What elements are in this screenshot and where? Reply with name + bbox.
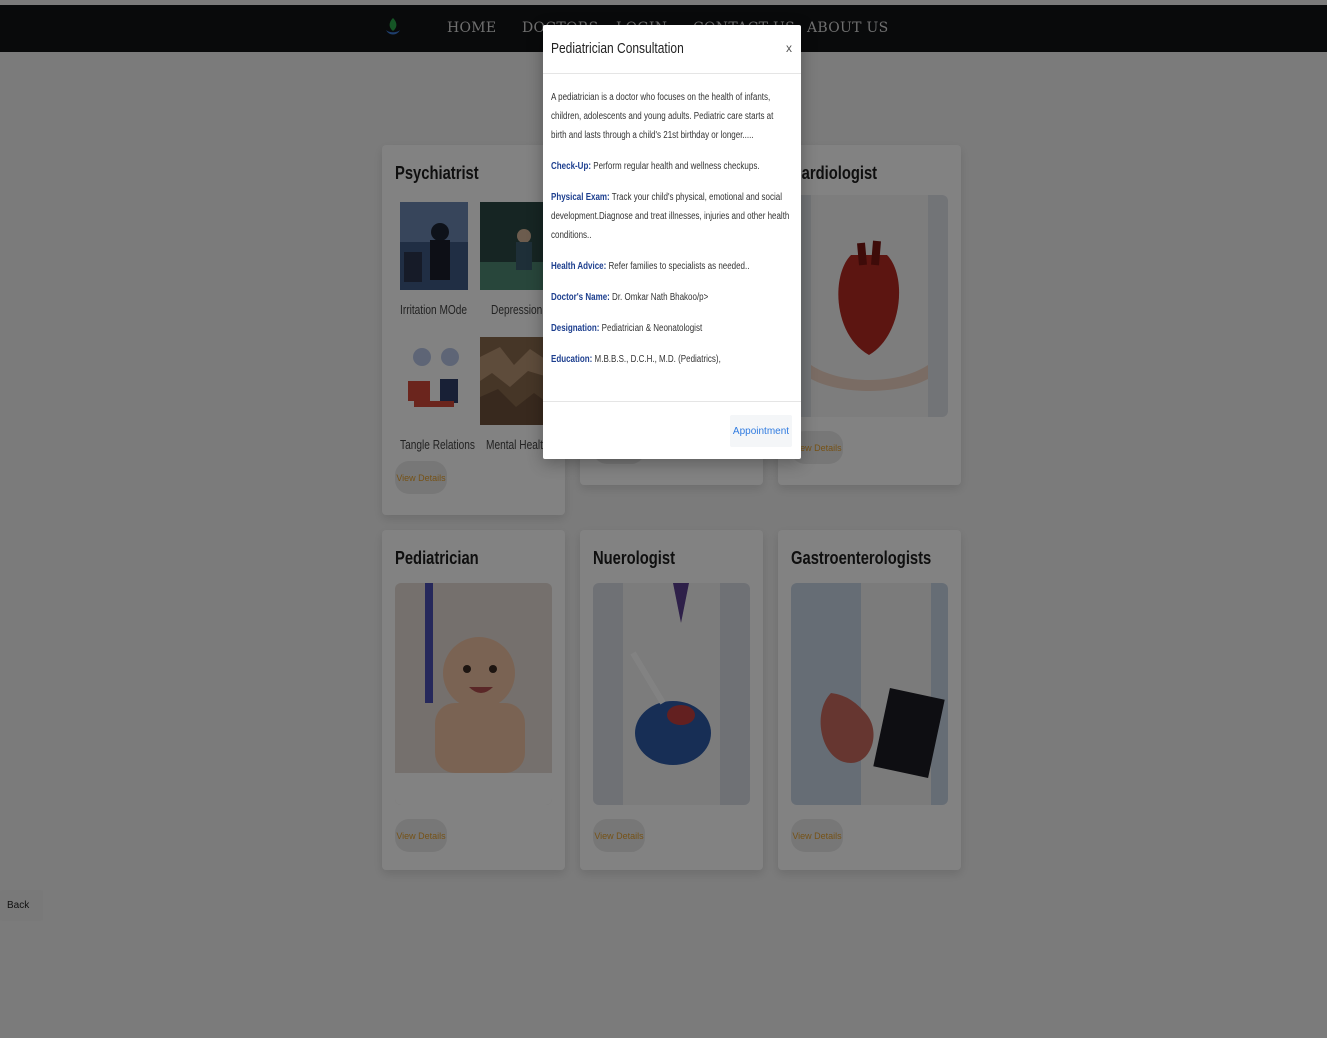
doctor-name-text: Dr. Omkar Nath Bhakoo/p> [609, 292, 709, 303]
education-label: Education: [551, 354, 593, 365]
modal-education: Education: M.B.B.S., D.C.H., M.D. (Pedia… [551, 350, 791, 369]
modal-footer: Appointment [543, 401, 801, 459]
modal-intro: A pediatrician is a doctor who focuses o… [551, 92, 774, 141]
modal-health-advice: Health Advice: Refer families to special… [551, 257, 791, 276]
close-icon[interactable]: x [786, 41, 792, 55]
modal-body: A pediatrician is a doctor who focuses o… [551, 88, 795, 381]
modal-checkup: Check-Up: Perform regular health and wel… [551, 157, 791, 176]
designation-text: Pediatrician & Neonatologist [599, 323, 703, 334]
health-advice-text: Refer families to specialists as needed.… [606, 261, 750, 272]
education-text: M.B.B.S., D.C.H., M.D. (Pediatrics), [592, 354, 721, 365]
page: HOME DOCTORS LOGIN CONTACT US ABOUT US P… [0, 0, 1327, 1038]
modal-doctor-name: Doctor's Name: Dr. Omkar Nath Bhakoo/p> [551, 288, 791, 307]
appointment-button[interactable]: Appointment [730, 415, 792, 447]
health-advice-label: Health Advice: [551, 261, 607, 272]
doctor-name-label: Doctor's Name: [551, 292, 610, 303]
physical-exam-label: Physical Exam: [551, 192, 610, 203]
modal-physical-exam: Physical Exam: Track your child's physic… [551, 188, 791, 245]
checkup-text: Perform regular health and wellness chec… [591, 161, 760, 172]
modal-header: Pediatrician Consultation x [543, 25, 801, 74]
pediatrician-consultation-modal: Pediatrician Consultation x A pediatrici… [543, 25, 801, 459]
modal-designation: Designation: Pediatrician & Neonatologis… [551, 319, 791, 338]
checkup-label: Check-Up: [551, 161, 592, 172]
designation-label: Designation: [551, 323, 600, 334]
modal-title: Pediatrician Consultation [551, 40, 684, 57]
